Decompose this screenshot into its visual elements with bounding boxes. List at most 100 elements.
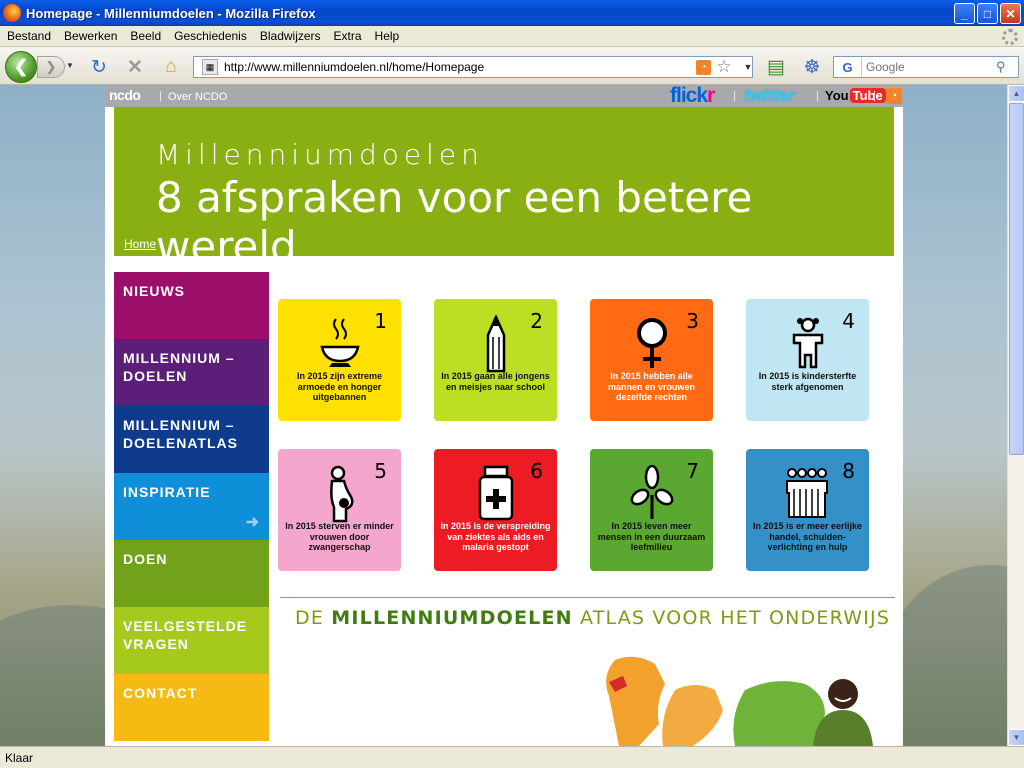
nav-item-millenniumdoelen[interactable]: MILLENNIUM – DOELEN: [114, 339, 269, 406]
menu-help[interactable]: Help: [375, 29, 400, 43]
nav-item-nieuws[interactable]: NIEUWS: [114, 272, 269, 339]
pregnant-woman-icon: [330, 465, 354, 523]
site-topbar: ncdo | Over NCDO flickr | twitter | You T…: [105, 85, 903, 107]
addon-icon[interactable]: ☸: [801, 56, 823, 78]
arrow-right-icon: ➜: [245, 514, 260, 531]
reload-icon[interactable]: ↻: [88, 56, 110, 78]
scroll-down-arrow-icon[interactable]: ▼: [1008, 729, 1024, 746]
flickr-label: flick: [670, 85, 708, 107]
goal-number: 1: [374, 309, 387, 333]
nav-item-contact[interactable]: CONTACT: [114, 674, 269, 741]
goal-text: In 2015 gaan alle jongens en meisjes naa…: [441, 371, 550, 392]
nav-item-label: NIEUWS: [123, 283, 185, 299]
nav-item-doen[interactable]: DOEN: [114, 540, 269, 607]
scroll-thumb[interactable]: [1009, 103, 1024, 455]
minimize-button[interactable]: _: [954, 3, 975, 24]
rss-feed-icon[interactable]: ◔: [696, 60, 711, 75]
header-separator: |: [733, 90, 736, 102]
back-button[interactable]: ❮: [5, 51, 37, 83]
goal-number: 8: [842, 459, 855, 483]
site-rss-icon[interactable]: ◔: [886, 88, 902, 104]
home-icon[interactable]: ⌂: [160, 56, 182, 78]
menu-bewerken[interactable]: Bewerken: [64, 29, 117, 43]
search-engine-google-icon[interactable]: G: [834, 57, 862, 77]
window-title: Homepage - Millenniumdoelen - Mozilla Fi…: [26, 5, 316, 21]
status-text: Klaar: [5, 750, 34, 765]
goal-text: In 2015 is er meer eerlijke handel, schu…: [752, 521, 863, 552]
url-bar[interactable]: ▦: [193, 56, 753, 78]
atlas-world-map-image[interactable]: [605, 650, 885, 746]
stop-icon[interactable]: ✕: [124, 56, 146, 78]
window-titlebar: Homepage - Millenniumdoelen - Mozilla Fi…: [0, 0, 1024, 26]
youtube-label: You: [825, 88, 849, 103]
scroll-up-arrow-icon[interactable]: ▲: [1008, 85, 1024, 102]
nav-item-label: CONTACT: [123, 685, 198, 701]
over-ncdo-link[interactable]: Over NCDO: [168, 91, 227, 103]
menu-bladwijzers[interactable]: Bladwijzers: [260, 29, 321, 43]
goal-number: 6: [530, 459, 543, 483]
goal-text: In 2015 is de verspreiding van ziektes a…: [440, 521, 551, 552]
throbber-icon: [1002, 29, 1018, 45]
pencil-icon: [486, 315, 506, 373]
vertical-scrollbar[interactable]: ▲ ▼: [1007, 85, 1024, 746]
menu-geschiedenis[interactable]: Geschiedenis: [174, 29, 247, 43]
nav-item-label: INSPIRATIE: [123, 484, 211, 500]
maximize-button[interactable]: □: [977, 3, 998, 24]
new-folder-icon[interactable]: ▤: [765, 56, 787, 78]
goal-tile-2[interactable]: 2 In 2015 gaan alle jongens en meisjes n…: [434, 299, 557, 421]
banner-title: 8 afspraken voor een betere wereld: [156, 173, 753, 271]
goal-text: In 2015 hebben alle mannen en vrouwen de…: [607, 371, 696, 402]
goal-tile-3[interactable]: 3 In 2015 hebben alle mannen en vrouwen …: [590, 299, 713, 421]
url-input[interactable]: [224, 60, 684, 74]
child-icon: [792, 317, 824, 369]
goal-text: In 2015 sterven er minder vrouwen door z…: [285, 521, 394, 552]
nav-item-label: VEELGESTELDE VRAGEN: [123, 618, 248, 652]
flickr-label-r: r: [707, 85, 715, 107]
menu-bestand[interactable]: Bestand: [7, 29, 51, 43]
goal-number: 5: [374, 459, 387, 483]
forward-button[interactable]: ❯: [37, 56, 65, 78]
goal-number: 2: [530, 309, 543, 333]
header-separator: |: [816, 90, 819, 102]
goal-text: In 2015 leven meer mensen in een duurzaa…: [597, 521, 706, 552]
nav-item-label: MILLENNIUM – DOELENATLAS: [123, 417, 238, 451]
goal-tile-1[interactable]: 1 In 2015 zijn extreme armoede en honger…: [278, 299, 401, 421]
url-dropdown-icon[interactable]: ▼: [737, 56, 759, 78]
plant-icon: [630, 465, 674, 519]
breadcrumb: Home ›: [124, 237, 163, 251]
history-dropdown-icon[interactable]: ▼: [66, 61, 74, 70]
menu-beeld[interactable]: Beeld: [130, 29, 161, 43]
atlas-heading-part: ATLAS VOOR HET ONDERWIJS: [572, 607, 891, 629]
nav-item-millenniumdoelenatlas[interactable]: MILLENNIUM – DOELENATLAS: [114, 406, 269, 473]
goal-tile-4[interactable]: 4 In 2015 is kindersterfte sterk afgenom…: [746, 299, 869, 421]
breadcrumb-home-link[interactable]: Home: [124, 237, 156, 251]
breadcrumb-separator: ›: [159, 237, 164, 251]
bowl-icon: [320, 318, 360, 367]
status-bar: Klaar: [0, 746, 1024, 768]
ncdo-logo[interactable]: ncdo: [109, 87, 141, 103]
goal-number: 7: [686, 459, 699, 483]
nav-item-veelgestelde-vragen[interactable]: VEELGESTELDE VRAGEN: [114, 607, 269, 674]
goal-tile-5[interactable]: 5 In 2015 sterven er minder vrouwen door…: [278, 449, 401, 571]
goal-tile-6[interactable]: 6 In 2015 is de verspreiding van ziektes…: [434, 449, 557, 571]
nav-item-inspiratie[interactable]: INSPIRATIE ➜: [114, 473, 269, 540]
atlas-heading[interactable]: DE MILLENNIUMDOELEN ATLAS VOOR HET ONDER…: [295, 607, 890, 629]
youtube-label-tube: Tube: [849, 88, 886, 103]
search-icon[interactable]: ⚲: [996, 59, 1014, 75]
twitter-link[interactable]: twitter: [744, 86, 795, 106]
medicine-bottle-icon: [478, 465, 514, 521]
search-box[interactable]: G ⚲: [833, 56, 1019, 78]
youtube-link[interactable]: You Tube: [825, 88, 886, 103]
side-navigation: NIEUWS MILLENNIUM – DOELEN MILLENNIUM – …: [114, 272, 269, 741]
menu-extra[interactable]: Extra: [334, 29, 362, 43]
search-input[interactable]: [866, 60, 996, 74]
firefox-logo-icon: [3, 4, 21, 22]
goal-tile-7[interactable]: 7 In 2015 leven meer mensen in een duurz…: [590, 449, 713, 571]
menubar: Bestand Bewerken Beeld Geschiedenis Blad…: [0, 26, 1024, 47]
people-group-icon: [786, 468, 828, 518]
atlas-heading-part: DE: [295, 607, 332, 629]
flickr-link[interactable]: flickr: [670, 85, 715, 107]
close-button[interactable]: ✕: [1000, 3, 1021, 24]
bookmark-star-icon[interactable]: ☆: [713, 56, 735, 78]
goal-tile-8[interactable]: 8 In 2015 is er meer eerlijke handel, sc…: [746, 449, 869, 571]
